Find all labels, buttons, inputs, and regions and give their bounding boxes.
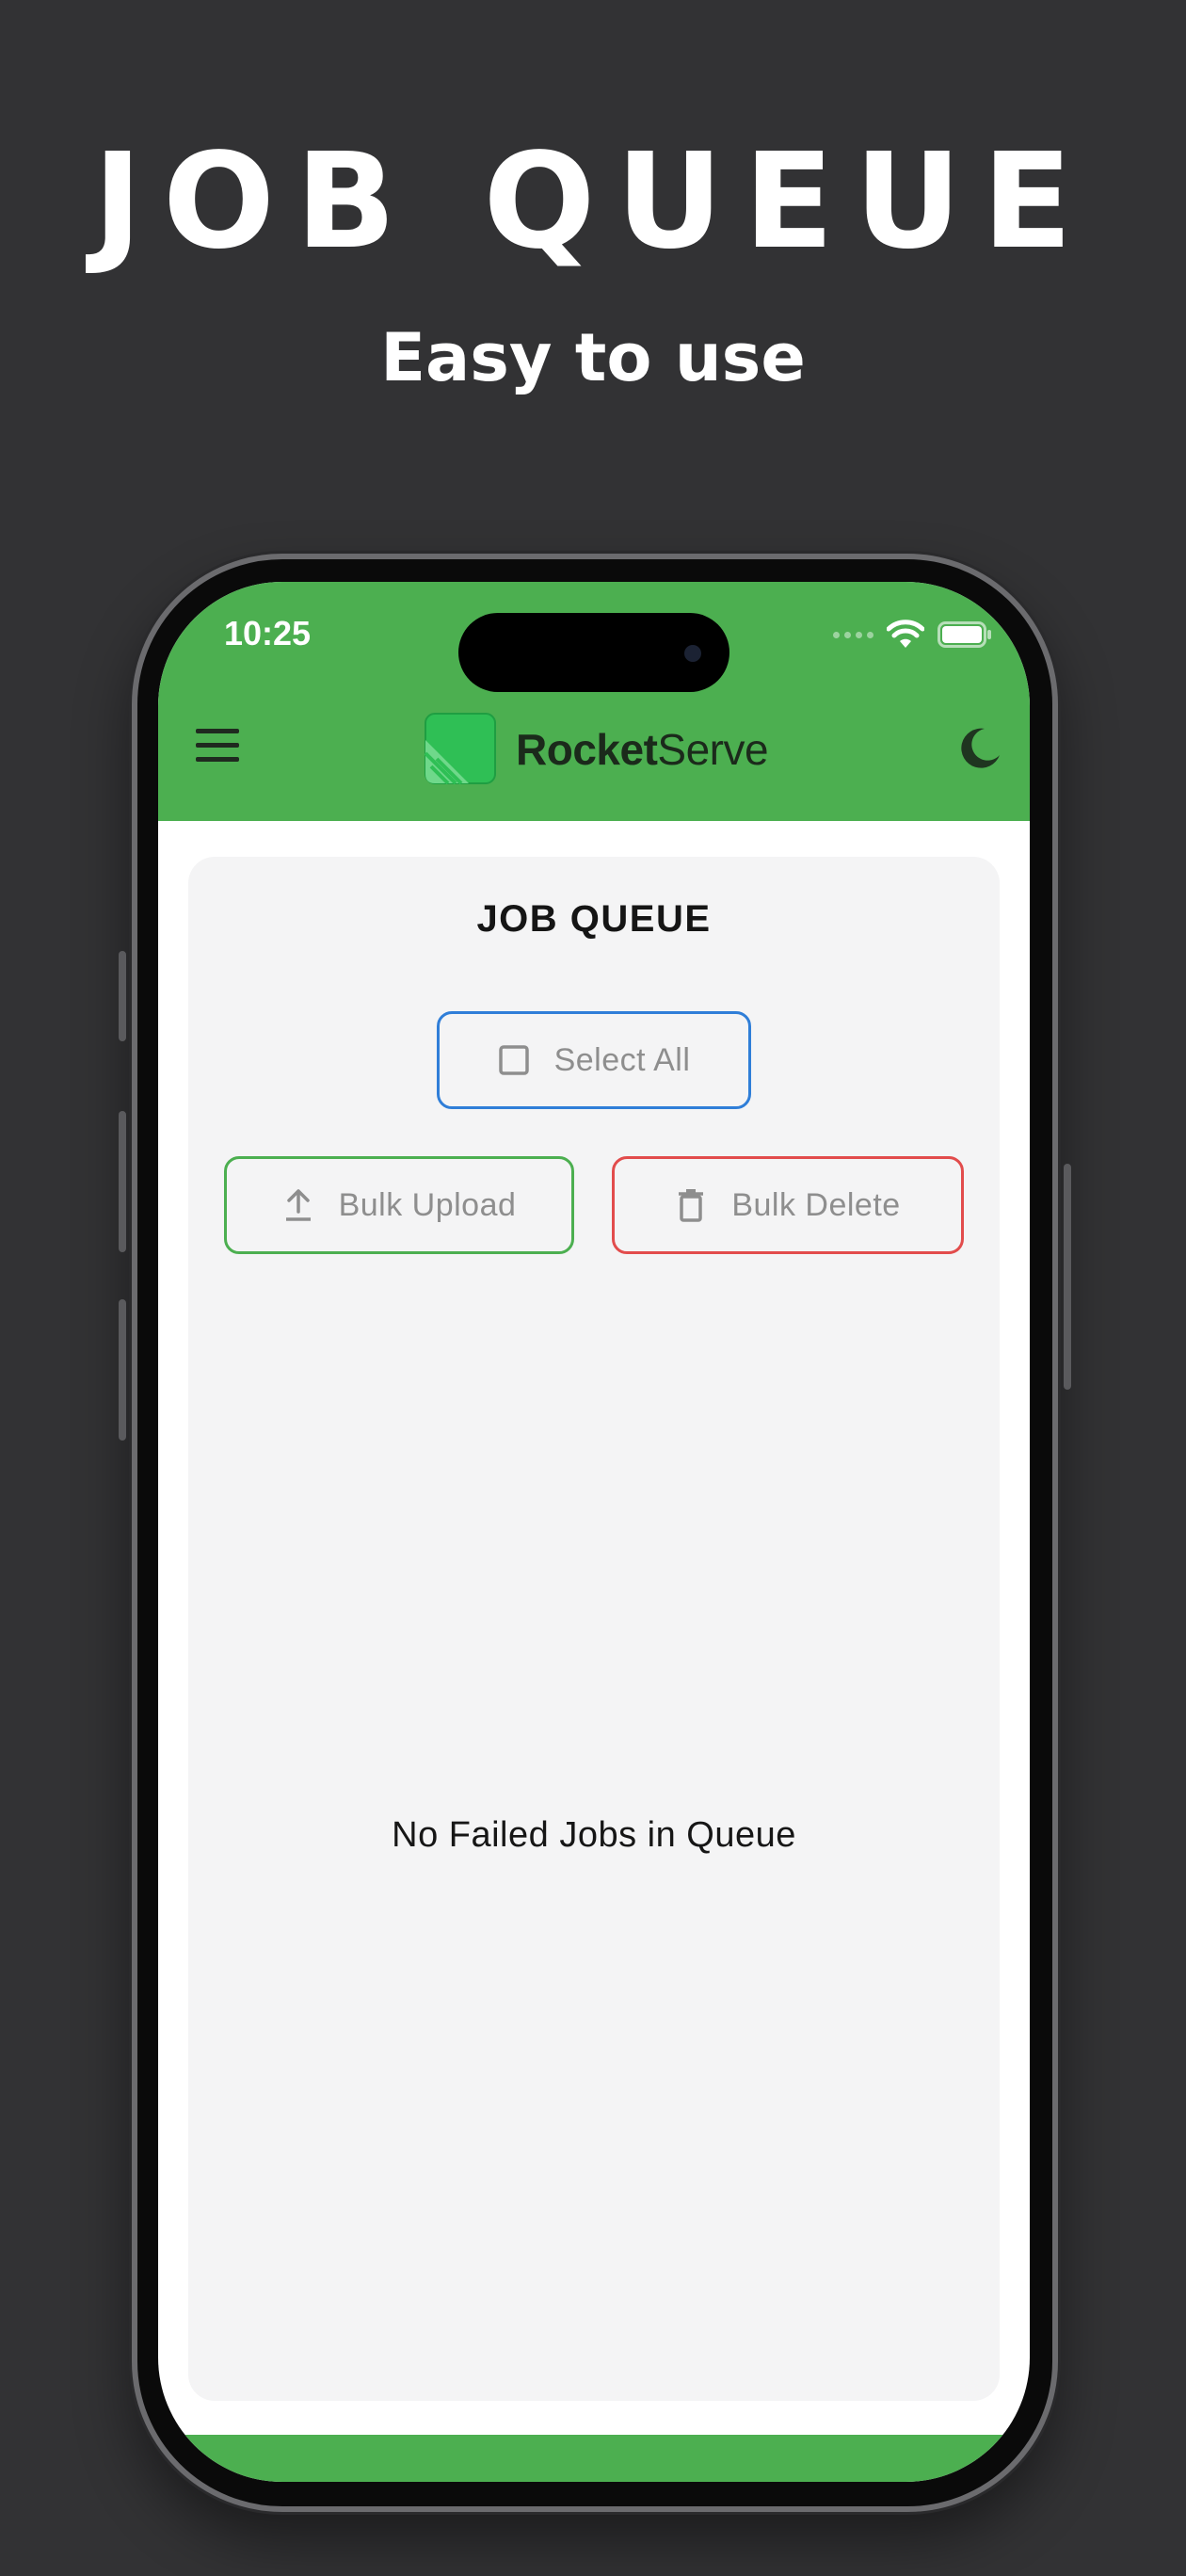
promo-subtitle: Easy to use [380,319,806,396]
signal-dots-icon [833,631,873,638]
moon-icon[interactable] [956,725,1003,772]
app-bar: 10:25 RocketServe [158,582,1030,821]
job-queue-card: JOB QUEUE Select All Bulk Upload Bulk De… [188,857,1000,2401]
bulk-upload-label: Bulk Upload [338,1186,517,1223]
trash-icon [679,1189,704,1222]
hamburger-menu-icon[interactable] [196,729,239,766]
brand-logo: RocketServe [422,712,769,787]
bulk-delete-label: Bulk Delete [731,1186,901,1223]
wifi-icon [887,620,924,648]
phone-screen: 10:25 RocketServe JOB QUEUE Select All B… [158,582,1030,2482]
upload-icon [285,1189,311,1221]
promo-title: JOB QUEUE [92,125,1094,279]
phone-silent-switch [119,951,126,1041]
bulk-upload-button[interactable]: Bulk Upload [224,1156,574,1254]
status-icons [833,620,992,650]
status-time: 10:25 [224,614,312,652]
empty-queue-message: No Failed Jobs in Queue [392,1815,796,1855]
phone-power-button [1064,1164,1071,1390]
camera-icon [684,645,701,662]
card-title: JOB QUEUE [476,898,712,940]
bulk-delete-button[interactable]: Bulk Delete [612,1156,964,1254]
select-all-button[interactable]: Select All [437,1011,751,1109]
phone-volume-down-button [119,1299,126,1441]
battery-icon [938,621,991,648]
bottom-bar [158,2435,1030,2482]
dynamic-island [458,613,729,692]
phone-volume-up-button [119,1111,126,1252]
select-all-label: Select All [553,1041,691,1078]
checkbox-icon [498,1045,529,1075]
rocketserve-logo-icon [424,713,496,785]
brand-name: RocketServe [516,725,769,774]
